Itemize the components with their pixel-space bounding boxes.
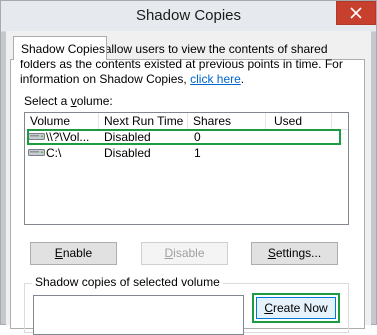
table-row[interactable]: \\?\Vol... Disabled 0 (25, 130, 348, 144)
close-icon (350, 7, 362, 19)
column-header-next-run[interactable]: Next Run Time (104, 114, 183, 128)
list-header: Volume Next Run Time Shares Used (25, 113, 348, 130)
button-label: reate Now (272, 301, 328, 315)
cell-next-run: Disabled (104, 146, 151, 160)
volume-list[interactable]: Volume Next Run Time Shares Used \\?\Vol… (24, 112, 349, 225)
column-divider[interactable] (187, 113, 188, 129)
drive-icon (28, 149, 45, 156)
cell-shares: 1 (194, 146, 201, 160)
column-header-used[interactable]: Used (274, 114, 302, 128)
column-divider[interactable] (98, 113, 99, 129)
group-label: Shadow copies of selected volume (32, 275, 223, 289)
label-part: Select a (24, 94, 71, 108)
window-title: Shadow Copies (135, 7, 242, 24)
column-header-shares[interactable]: Shares (193, 114, 231, 128)
tab-shadow-copies[interactable]: Shadow Copies (13, 36, 107, 60)
button-label: ettings... (275, 246, 322, 260)
accel-key: S (267, 246, 276, 260)
tab-label: Shadow Copies (21, 42, 106, 56)
column-divider[interactable] (331, 113, 332, 129)
table-row[interactable]: C:\ Disabled 1 (25, 146, 348, 160)
cell-shares: 0 (194, 130, 201, 144)
accel-key: D (164, 246, 174, 260)
title-bar[interactable]: Shadow Copies (1, 1, 376, 32)
select-volume-label: Select a volume: (24, 94, 113, 108)
enable-button[interactable]: Enable (30, 242, 117, 265)
button-label: nable (62, 246, 93, 260)
info-link[interactable]: click here (190, 72, 241, 86)
create-now-highlight: Create Now (252, 293, 340, 323)
accel-key: E (54, 246, 63, 260)
description-end: . (240, 72, 245, 86)
disable-button[interactable]: Disable (141, 242, 228, 265)
close-button[interactable] (336, 1, 376, 25)
button-label: isable (173, 246, 205, 260)
accel-key: C (264, 301, 273, 315)
cell-volume: \\?\Vol... (46, 130, 90, 144)
column-header-volume[interactable]: Volume (30, 114, 70, 128)
cell-next-run: Disabled (104, 130, 151, 144)
label-part: olume: (76, 94, 113, 108)
cell-volume: C:\ (46, 146, 62, 160)
shadow-copies-list[interactable] (33, 295, 244, 335)
settings-button[interactable]: Settings... (251, 242, 338, 265)
column-divider[interactable] (265, 113, 266, 129)
drive-icon (28, 133, 45, 140)
create-now-button[interactable]: Create Now (256, 297, 336, 319)
